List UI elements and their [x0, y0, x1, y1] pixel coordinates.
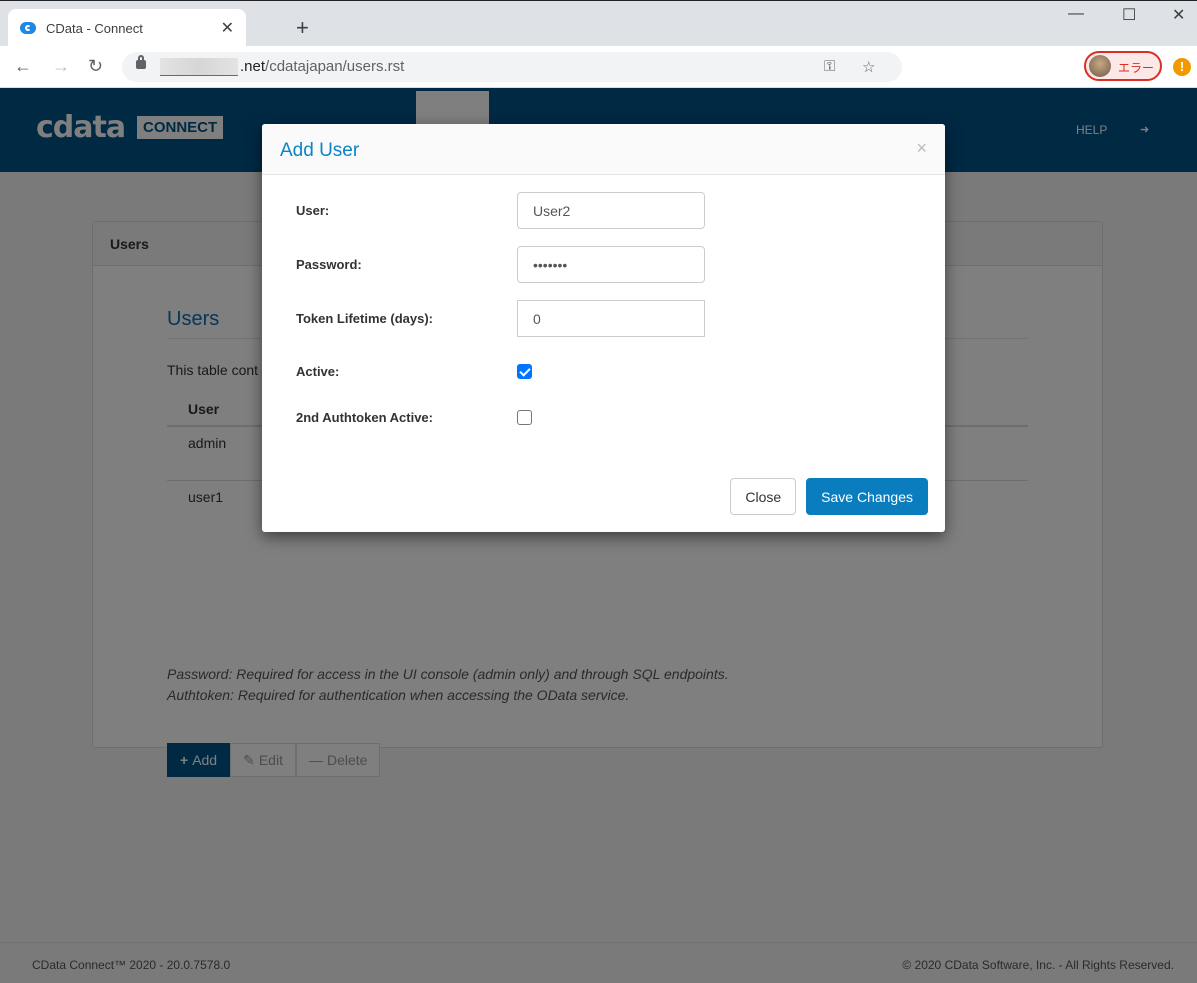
- token-lifetime-input[interactable]: [517, 300, 705, 337]
- active-label: Active:: [296, 364, 340, 379]
- second-authtoken-row: 2nd Authtoken Active:: [296, 410, 532, 425]
- password-row: Password:: [296, 246, 705, 283]
- modal-title: Add User: [280, 140, 360, 161]
- browser-tab[interactable]: CData - Connect ✕: [8, 9, 246, 47]
- maximize-button[interactable]: ☐: [1122, 5, 1136, 25]
- password-input[interactable]: [517, 246, 705, 283]
- user-input[interactable]: [517, 192, 705, 229]
- redacted-domain: [160, 58, 238, 76]
- tab-title: CData - Connect: [46, 20, 143, 36]
- minimize-button[interactable]: —: [1068, 5, 1084, 23]
- browser-toolbar: ← → ↻ .net/cdatajapan/users.rst ⚿ ☆: [0, 46, 1197, 122]
- user-row: User:: [296, 192, 705, 229]
- close-button[interactable]: Close: [730, 478, 797, 515]
- tab-close-icon[interactable]: ✕: [221, 18, 234, 38]
- cdata-favicon-icon: [20, 22, 36, 34]
- password-label: Password:: [296, 257, 362, 272]
- profile-error-label: エラー: [1118, 61, 1155, 75]
- url-text: .net/cdatajapan/users.rst: [240, 58, 404, 75]
- browser-tabstrip: CData - Connect ✕ + — ☐ ✕: [0, 0, 1197, 47]
- url-path: /cdatajapan/users.rst: [265, 58, 405, 75]
- modal-footer: Close Save Changes: [730, 478, 928, 515]
- address-bar[interactable]: .net/cdatajapan/users.rst ⚿ ☆: [122, 52, 902, 82]
- active-checkbox[interactable]: [517, 364, 532, 379]
- avatar: [1089, 55, 1111, 77]
- url-domain: .net: [240, 58, 266, 75]
- window-close-button[interactable]: ✕: [1172, 5, 1185, 25]
- second-authtoken-label: 2nd Authtoken Active:: [296, 410, 433, 425]
- user-label: User:: [296, 203, 330, 218]
- token-lifetime-label: Token Lifetime (days):: [296, 311, 434, 326]
- add-user-modal: Add User × User: Password: Token Lifetim…: [262, 124, 945, 532]
- second-authtoken-checkbox[interactable]: [517, 410, 532, 425]
- save-changes-button[interactable]: Save Changes: [806, 478, 928, 515]
- modal-close-icon[interactable]: ×: [916, 138, 927, 159]
- forward-button[interactable]: →: [52, 56, 70, 77]
- profile-button[interactable]: エラー: [1084, 51, 1162, 81]
- active-row: Active:: [296, 364, 532, 379]
- update-alert-icon[interactable]: !: [1173, 58, 1191, 76]
- bookmark-star-icon[interactable]: ☆: [862, 58, 875, 76]
- lock-icon: [136, 55, 146, 69]
- new-tab-button[interactable]: +: [296, 15, 309, 41]
- key-icon[interactable]: ⚿: [824, 58, 835, 75]
- token-lifetime-row: Token Lifetime (days):: [296, 300, 705, 337]
- reload-button[interactable]: ↻: [88, 56, 103, 77]
- modal-header: Add User ×: [262, 124, 945, 175]
- back-button[interactable]: ←: [14, 56, 32, 77]
